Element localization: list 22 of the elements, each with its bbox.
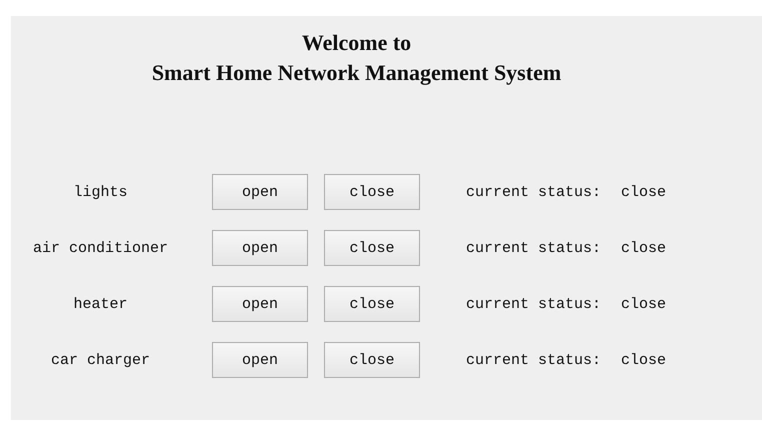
status-label: current status: xyxy=(466,184,602,200)
device-label: car charger xyxy=(50,352,152,368)
status-value: close xyxy=(621,296,666,312)
status-value: close xyxy=(621,240,666,256)
device-label: lights xyxy=(72,184,128,200)
welcome-title: Smart Home Network Management System xyxy=(152,60,562,86)
device-label: air conditioner xyxy=(32,240,170,256)
welcome-title: Welcome to xyxy=(302,30,412,56)
open-button[interactable]: open xyxy=(212,230,308,266)
status-label: current status: xyxy=(466,240,602,256)
status-value: close xyxy=(621,184,666,200)
open-button[interactable]: open xyxy=(212,174,308,210)
open-button[interactable]: open xyxy=(212,342,308,378)
close-button[interactable]: close xyxy=(324,174,420,210)
device-label: heater xyxy=(72,296,128,312)
status-value: close xyxy=(621,352,666,368)
close-button[interactable]: close xyxy=(324,342,420,378)
status-label: current status: xyxy=(466,352,602,368)
status-label: current status: xyxy=(466,296,602,312)
close-button[interactable]: close xyxy=(324,286,420,322)
open-button[interactable]: open xyxy=(212,286,308,322)
close-button[interactable]: close xyxy=(324,230,420,266)
